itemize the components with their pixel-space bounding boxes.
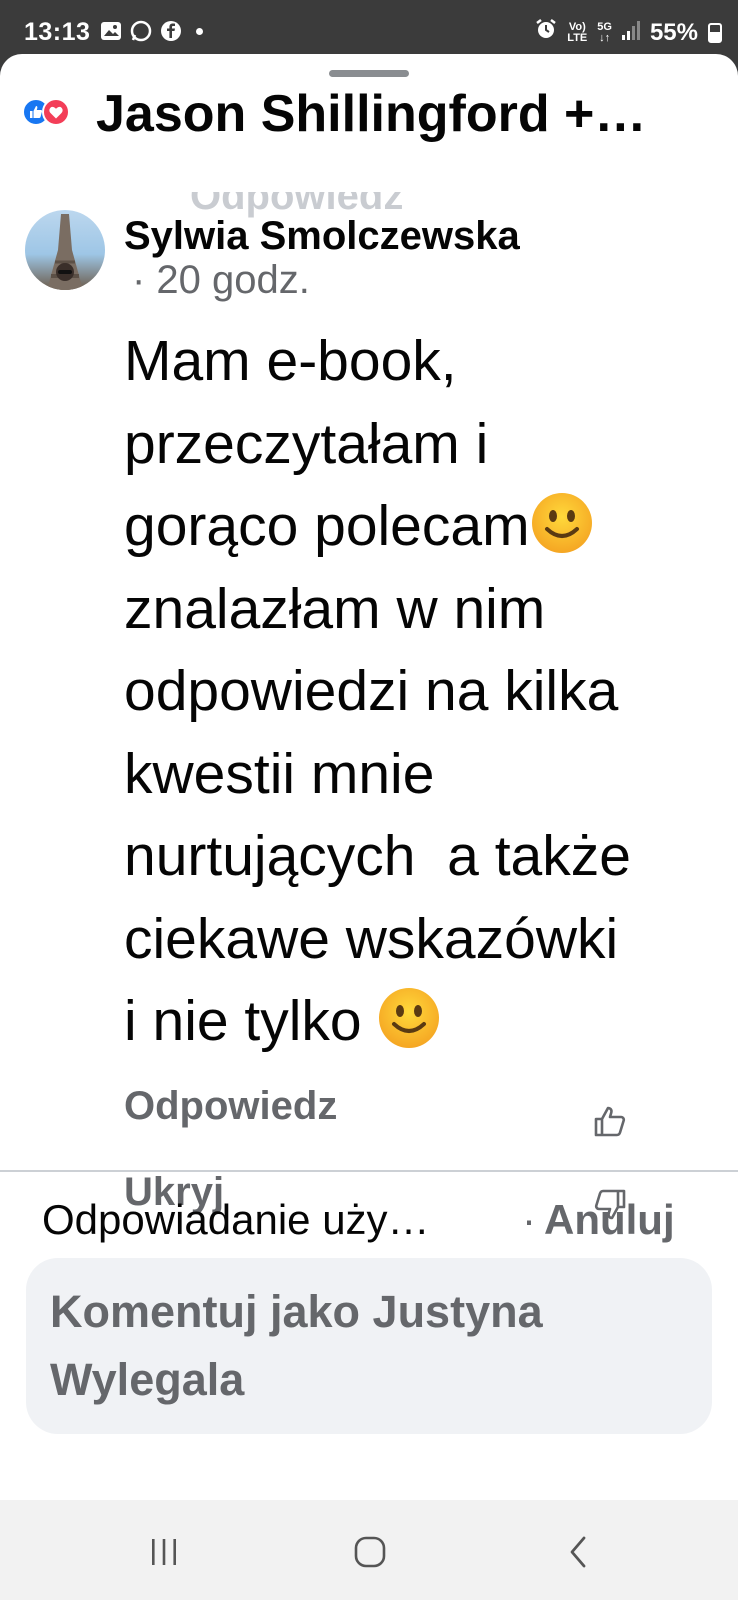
alarm-icon	[535, 18, 557, 47]
more-notifications-dot	[196, 27, 203, 35]
signal-icon	[621, 19, 640, 47]
avatar[interactable]	[25, 210, 105, 290]
smiling-face-emoji-icon	[530, 491, 594, 555]
comment-author[interactable]: Sylwia Smolczewska	[124, 214, 520, 259]
comment-input[interactable]: Komentuj jako Justyna Wylegala	[26, 1258, 712, 1434]
replying-to-label: Odpowiadanie uży…	[42, 1196, 430, 1243]
whatsapp-icon	[130, 20, 152, 42]
battery-icon	[708, 22, 722, 43]
post-title[interactable]: Jason Shillingford +…	[96, 84, 646, 144]
comment-timestamp[interactable]: · 20 godz.	[132, 258, 310, 303]
system-status: Vo) LTE 5G ↓↑ 55%	[535, 18, 722, 47]
smiling-face-emoji-icon	[377, 986, 441, 1050]
system-navigation-bar	[0, 1500, 738, 1600]
network-type-indicator: 5G ↓↑	[597, 20, 612, 44]
notification-icons	[100, 20, 203, 42]
obscured-reply-label: Odpowiedz	[190, 174, 404, 218]
reaction-icons[interactable]	[22, 98, 70, 126]
status-bar: 13:13 Vo) LTE 5G ↓↑ 55%	[0, 0, 738, 62]
volte-indicator: Vo) LTE	[567, 20, 588, 44]
battery-percent: 55%	[649, 18, 698, 46]
back-icon[interactable]	[558, 1532, 598, 1572]
love-reaction-icon	[42, 98, 70, 126]
clock: 13:13	[24, 18, 91, 46]
comment-text: Mam e-book, przeczytałam i gorąco poleca…	[124, 329, 631, 1053]
facebook-icon	[160, 20, 182, 42]
divider	[0, 1170, 738, 1172]
comments-sheet: Jason Shillingford +… Odpowiedz Sylwia S…	[0, 54, 738, 1500]
separator-dot: ·	[522, 1196, 536, 1243]
recent-apps-icon[interactable]	[144, 1532, 184, 1572]
home-icon[interactable]	[350, 1532, 390, 1572]
comment-input-placeholder: Komentuj jako Justyna Wylegala	[50, 1286, 543, 1405]
drag-handle[interactable]	[329, 70, 409, 77]
reply-button[interactable]: Odpowiedz	[124, 1084, 337, 1129]
upvote-icon[interactable]	[592, 1104, 628, 1140]
cancel-reply-button[interactable]: Anuluj	[544, 1196, 675, 1244]
gallery-icon	[100, 20, 122, 42]
